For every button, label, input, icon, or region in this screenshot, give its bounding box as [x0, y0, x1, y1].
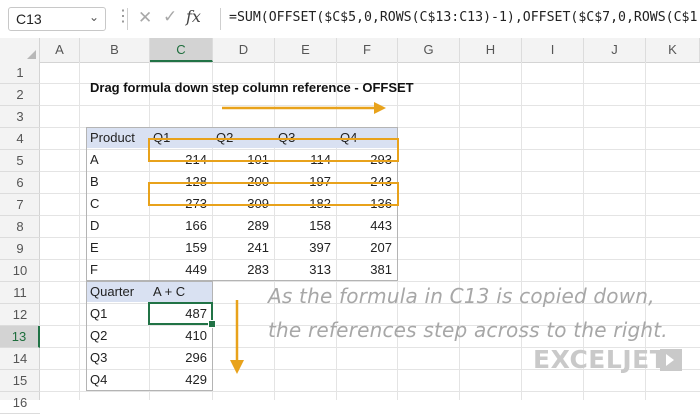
column-header-j[interactable]: J	[584, 38, 646, 62]
table-cell[interactable]: Q2	[86, 326, 149, 346]
row-header-5[interactable]: 5	[0, 150, 40, 172]
row-header-3[interactable]: 3	[0, 106, 40, 128]
sheet-title: Drag formula down step column reference …	[90, 80, 414, 95]
table-cell[interactable]: 283	[212, 260, 274, 280]
row-header-10[interactable]: 10	[0, 260, 40, 282]
divider	[127, 8, 128, 30]
table-cell[interactable]: 443	[336, 216, 397, 236]
table-cell[interactable]: 429	[149, 370, 212, 390]
row-header-7[interactable]: 7	[0, 194, 40, 216]
logo-mark-icon	[660, 349, 682, 371]
table-cell[interactable]: 166	[149, 216, 212, 236]
row-header-8[interactable]: 8	[0, 216, 40, 238]
table-cell[interactable]: 241	[212, 238, 274, 258]
column-header-k[interactable]: K	[646, 38, 700, 62]
table-cell[interactable]: 159	[149, 238, 212, 258]
column-header-b[interactable]: B	[80, 38, 150, 62]
column-header-c[interactable]: C	[150, 38, 213, 62]
right-arrow-icon	[222, 102, 386, 114]
name-box-value: C13	[16, 11, 42, 27]
fill-handle[interactable]	[208, 320, 216, 328]
table-cell[interactable]: 289	[212, 216, 274, 236]
row-header-16[interactable]: 16	[0, 392, 40, 414]
table-cell[interactable]: D	[86, 216, 149, 236]
row-header-15[interactable]: 15	[0, 370, 40, 392]
table-cell[interactable]: Q4	[86, 370, 149, 390]
column-header-i[interactable]: I	[522, 38, 584, 62]
divider	[220, 8, 221, 30]
column-headers: A B C D E F G H I J K	[0, 38, 700, 63]
active-cell-c13[interactable]	[148, 302, 213, 325]
row-header-1[interactable]: 1	[0, 62, 40, 84]
table-cell[interactable]: 313	[274, 260, 336, 280]
column-header-d[interactable]: D	[213, 38, 275, 62]
row-header-4[interactable]: 4	[0, 128, 40, 150]
note-line-2: the references step across to the right.	[268, 318, 668, 342]
table-cell[interactable]: 207	[336, 238, 397, 258]
chevron-down-icon[interactable]: ⌄	[89, 10, 99, 24]
table-cell[interactable]: 158	[274, 216, 336, 236]
table-cell[interactable]: E	[86, 238, 149, 258]
row-header-13[interactable]: 13	[0, 326, 40, 348]
formula-input[interactable]: =SUM(OFFSET($C$5,0,ROWS(C$13:C13)-1),OFF…	[229, 10, 697, 25]
column-header-a[interactable]: A	[40, 38, 80, 62]
highlight-row-a	[148, 138, 399, 162]
table-cell[interactable]: 381	[336, 260, 397, 280]
formula-bar: C13 ⌄ ⋮ ✕ ✓ fx =SUM(OFFSET($C$5,0,ROWS(C…	[0, 0, 700, 39]
column-header-e[interactable]: E	[275, 38, 337, 62]
insert-function-icon[interactable]: fx	[186, 7, 201, 26]
row-header-12[interactable]: 12	[0, 304, 40, 326]
row-headers: 1 2 3 4 5 6 7 8 9 10 11 12 13 14 15 16	[0, 62, 40, 414]
row-header-2[interactable]: 2	[0, 84, 40, 106]
name-box[interactable]: C13 ⌄	[8, 7, 106, 31]
row-header-11[interactable]: 11	[0, 282, 40, 304]
table-cell[interactable]: A	[86, 150, 149, 170]
table-cell[interactable]: 449	[149, 260, 212, 280]
header-a-plus-c[interactable]: A + C	[149, 282, 212, 302]
row-header-9[interactable]: 9	[0, 238, 40, 260]
column-header-h[interactable]: H	[460, 38, 522, 62]
table-cell[interactable]: 296	[149, 348, 212, 368]
table-cell[interactable]: C	[86, 194, 149, 214]
down-arrow-icon	[230, 300, 244, 374]
row-header-6[interactable]: 6	[0, 172, 40, 194]
table-cell[interactable]: 410	[149, 326, 212, 346]
note-line-1: As the formula in C13 is copied down,	[268, 284, 655, 308]
table-cell[interactable]: B	[86, 172, 149, 192]
column-header-g[interactable]: G	[398, 38, 460, 62]
header-quarter[interactable]: Quarter	[86, 282, 149, 302]
header-product[interactable]: Product	[86, 128, 149, 148]
table-cell[interactable]: F	[86, 260, 149, 280]
cancel-icon[interactable]: ✕	[138, 8, 152, 28]
exceljet-logo: EXCELJET	[533, 345, 668, 374]
table-cell[interactable]: Q1	[86, 304, 149, 324]
table-cell[interactable]: 397	[274, 238, 336, 258]
column-header-f[interactable]: F	[337, 38, 398, 62]
highlight-row-c	[148, 182, 399, 206]
select-all-triangle-icon	[27, 50, 36, 59]
table-cell[interactable]: Q3	[86, 348, 149, 368]
enter-check-icon[interactable]: ✓	[163, 7, 177, 27]
select-all-button[interactable]	[0, 38, 40, 62]
row-header-14[interactable]: 14	[0, 348, 40, 370]
